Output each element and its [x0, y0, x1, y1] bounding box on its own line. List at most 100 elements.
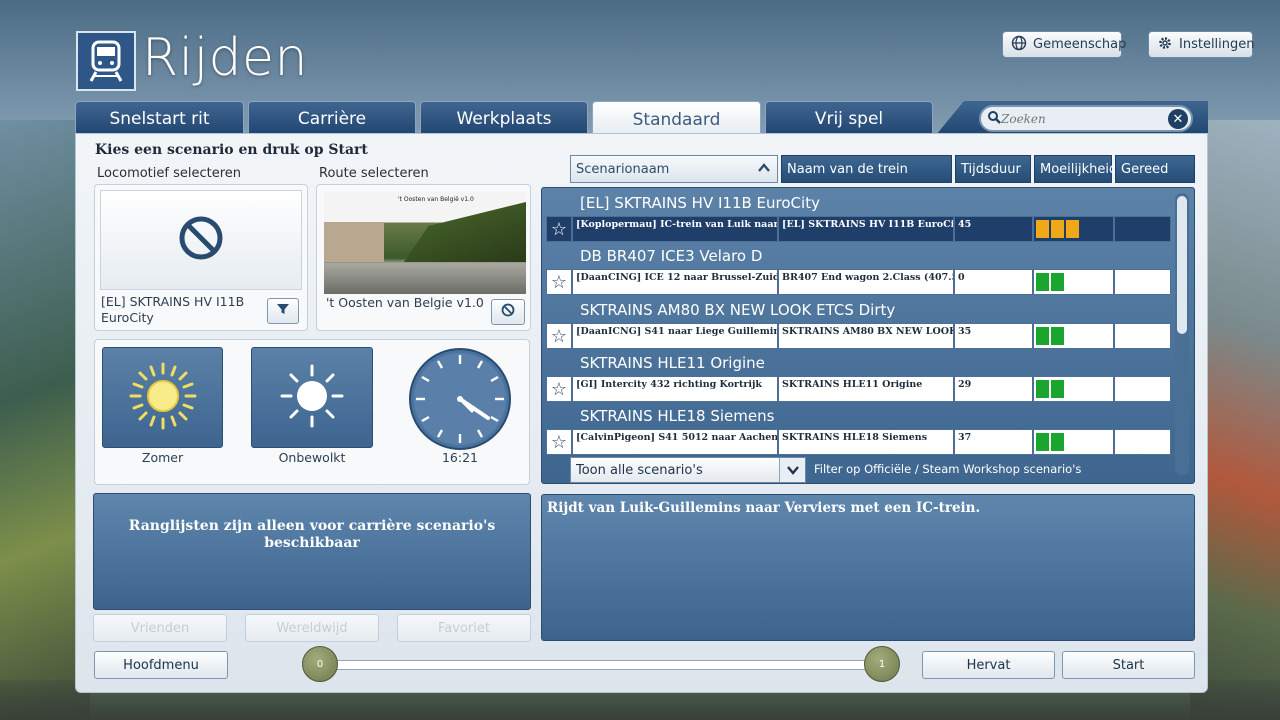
favourite-star-icon[interactable]: ☆	[546, 323, 572, 349]
page-title: Rijden	[142, 28, 308, 88]
col-scenario-name[interactable]: Scenarionaam	[570, 155, 778, 183]
loco-name: [EL] SKTRAINS HV I11B EuroCity	[101, 294, 245, 325]
chevron-down-icon[interactable]	[779, 458, 805, 482]
search-icon	[987, 109, 1001, 128]
settings-label: Instellingen	[1179, 37, 1255, 52]
route-hill	[404, 202, 526, 262]
route-thumbnail: 't Oosten van België v1.0	[324, 192, 526, 294]
train-name-cell: BR407 End wagon 2.Class (407.5 EW)	[778, 269, 954, 295]
friends-button[interactable]: Vrienden	[93, 614, 227, 642]
difficulty-segment	[1051, 273, 1064, 291]
list-scrollbar-thumb[interactable]	[1177, 196, 1187, 334]
difficulty-segment	[1051, 433, 1064, 451]
scenario-filter-value: Toon alle scenario's	[576, 462, 703, 478]
train-name-cell: [EL] SKTRAINS HV I11B EuroCity	[778, 216, 954, 242]
scenario-group-title: SKTRAINS HLE18 Siemens	[580, 407, 775, 425]
difficulty-segment	[1066, 220, 1079, 238]
weather-label: Onbewolkt	[278, 450, 346, 465]
loco-filter-button[interactable]	[267, 298, 299, 324]
favourite-star-icon[interactable]: ☆	[546, 216, 572, 242]
scenario-list: [EL] SKTRAINS HV I11B EuroCity ☆ [Koploper…	[541, 187, 1195, 484]
scenario-name-cell: [CalvinPigeon] S41 5012 naar Aachen Hbf	[572, 429, 778, 455]
difficulty-segment	[1036, 327, 1049, 345]
difficulty-segment	[1051, 380, 1064, 398]
slider-max-knob[interactable]: 1	[864, 646, 900, 682]
leaderboard-message: Ranglijsten zijn alleen voor carrière sc…	[128, 518, 496, 534]
scenario-row[interactable]: ☆ [DaanICNG] S41 naar Liege Guillemins SKT…	[546, 323, 1171, 349]
settings-button[interactable]: Instellingen	[1148, 31, 1255, 58]
route-label: Route selecteren	[319, 166, 429, 181]
main-menu-button[interactable]: Hoofdmenu	[94, 651, 228, 679]
col-train-name[interactable]: Naam van de trein	[781, 155, 952, 183]
filter-note: Filter op Officiële / Steam Workshop sce…	[814, 462, 1082, 476]
difficulty-segment	[1036, 273, 1049, 291]
col-scenario-label: Scenarionaam	[576, 161, 670, 177]
tab-standard[interactable]: Standaard	[592, 101, 761, 137]
duration-cell: 45	[954, 216, 1033, 242]
scenario-group-title: DB BR407 ICE3 Velaro D	[580, 247, 763, 265]
difficulty-meter	[1033, 323, 1114, 349]
scenario-name-cell: [GI] Intercity 432 richting Kortrijk	[572, 376, 778, 402]
close-icon[interactable]: ✕	[1168, 109, 1188, 129]
weather-selector[interactable]	[251, 347, 373, 448]
scenario-row[interactable]: ☆[CalvinPigeon] S41 5012 naar Aachen Hbf…	[546, 429, 1171, 455]
search-box: ✕	[979, 105, 1193, 132]
scenario-row[interactable]: ☆[DaanCING] ICE 12 naar Brussel-Zuid [Lo…	[546, 269, 1171, 295]
completed-cell	[1114, 376, 1171, 402]
start-button[interactable]: Start	[1062, 651, 1195, 679]
community-label: Gemeenschap	[1033, 37, 1127, 52]
col-duration[interactable]: Tijdsduur	[955, 155, 1031, 183]
instructions-heading: Kies een scenario en druk op Start	[95, 142, 368, 158]
scenario-row[interactable]: ☆[Koplopermau] IC-trein van Luik naar Ve…	[546, 216, 1171, 242]
difficulty-segment	[1051, 327, 1064, 345]
difficulty-segment	[1036, 380, 1049, 398]
scenario-description: Rijdt van Luik-Guillemins naar Verviers …	[541, 494, 1195, 641]
train-name-cell: SKTRAINS HLE18 Siemens	[778, 429, 954, 455]
tab-career[interactable]: Carrière	[248, 101, 416, 135]
worldwide-button[interactable]: Wereldwijd	[245, 614, 379, 642]
favourite-star-icon[interactable]: ☆	[546, 269, 572, 295]
favourite-star-icon[interactable]: ☆	[546, 376, 572, 402]
completed-cell	[1114, 429, 1171, 455]
search-input[interactable]	[1001, 111, 1161, 126]
resume-button[interactable]: Hervat	[922, 651, 1055, 679]
duration-cell: 29	[954, 376, 1033, 402]
scenario-filter-dropdown[interactable]: Toon alle scenario's	[570, 457, 806, 483]
loco-selector[interactable]: [EL] SKTRAINS HV I11B EuroCity	[94, 184, 308, 331]
clear-sky-icon	[272, 356, 352, 440]
slider-track[interactable]	[320, 660, 882, 670]
col-completed[interactable]: Gereed	[1115, 155, 1195, 183]
scenario-row[interactable]: ☆ [GI] Intercity 432 richting Kortrijk SKT…	[546, 376, 1171, 402]
season-label: Zomer	[141, 450, 184, 465]
community-button[interactable]: Gemeenschap	[1002, 31, 1126, 58]
favourite-star-icon[interactable]: ☆	[546, 429, 572, 455]
tab-quick-drive[interactable]: Snelstart rit	[75, 101, 244, 135]
scenario-group-title: SKTRAINS AM80 BX NEW LOOK ETCS Dirty	[580, 301, 896, 319]
loco-label: Locomotief selecteren	[97, 166, 242, 181]
gear-icon	[1157, 35, 1173, 55]
sun-icon	[123, 356, 203, 440]
col-difficulty[interactable]: Moeilijkheid	[1034, 155, 1117, 183]
scenario-name-cell: [Koplopermau] IC-trein van Luik naar Ver…	[572, 216, 778, 242]
difficulty-segment	[1051, 220, 1064, 238]
scenario-group-title: SKTRAINS HLE11 Origine	[580, 354, 765, 372]
scenario-name-cell: [DaanICNG] S41 naar Liege Guillemins	[572, 323, 778, 349]
scenario-group-title: [EL] SKTRAINS HV I11B EuroCity	[580, 194, 820, 212]
tab-free-roam[interactable]: Vrij spel	[765, 101, 933, 135]
route-clear-button[interactable]	[491, 299, 525, 325]
no-entry-icon	[501, 303, 515, 321]
season-selector[interactable]	[102, 347, 223, 448]
slider-min-knob[interactable]: 0	[302, 646, 338, 682]
difficulty-segment	[1036, 433, 1049, 451]
train-name-cell: SKTRAINS AM80 BX NEW LOOK ETCS	[778, 323, 954, 349]
route-name: 't Oosten van Belgie v1.0	[326, 295, 484, 310]
no-entry-icon	[178, 215, 224, 265]
route-selector[interactable]: 't Oosten van België v1.0 't Oosten van …	[316, 184, 531, 331]
globe-icon	[1011, 35, 1027, 55]
scenario-name-cell: [DaanCING] ICE 12 naar Brussel-Zuid [LoS…	[572, 269, 778, 295]
favourite-button[interactable]: Favoriet	[397, 614, 531, 642]
completed-cell	[1114, 269, 1171, 295]
filter-icon	[276, 302, 290, 320]
time-clock[interactable]	[408, 347, 512, 451]
tab-workshop[interactable]: Werkplaats	[420, 101, 588, 135]
